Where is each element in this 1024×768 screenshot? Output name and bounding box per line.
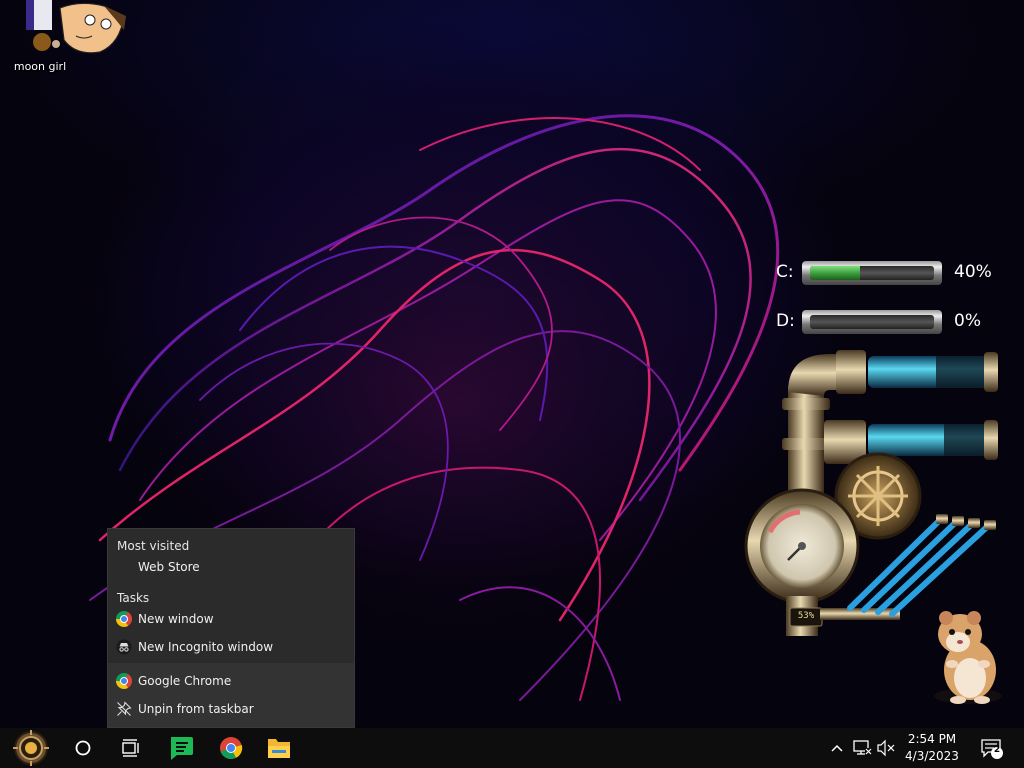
jumplist-item-label: Google Chrome (138, 674, 232, 688)
taskbar: 2:54 PM 4/3/2023 2 (0, 728, 1024, 768)
taskbar-app-file-explorer[interactable] (256, 728, 302, 768)
notifications-count-badge: 2 (993, 745, 1001, 755)
steampunk-system-gadget[interactable] (740, 346, 1010, 646)
taskbar-clock[interactable]: 2:54 PM 4/3/2023 (900, 728, 964, 768)
jumplist-item-new-window[interactable]: New window (108, 606, 354, 632)
jumplist-footer: Google Chrome Unpin from taskbar (108, 663, 354, 727)
hamster-sticker (934, 611, 1002, 704)
volume-button[interactable] (874, 728, 898, 768)
tasks-heading: Tasks (117, 591, 150, 605)
unpin-icon (117, 701, 132, 716)
drive-fill-bar (810, 266, 860, 280)
desktop-icon-moon-girl[interactable]: moon girl (8, 0, 126, 78)
network-button[interactable] (850, 728, 874, 768)
task-view-button[interactable] (107, 728, 153, 768)
clock-time: 2:54 PM (907, 732, 957, 746)
drive-d-gauge: D: 0% (776, 307, 1006, 337)
action-center-button[interactable]: 2 (974, 728, 1014, 768)
task-view-icon (122, 739, 139, 757)
cortana-button[interactable] (60, 728, 106, 768)
jumplist-item-label: New Incognito window (138, 640, 274, 654)
jumplist-item-label: New window (138, 612, 214, 626)
steampunk-start-orb-icon (13, 730, 49, 766)
chevron-up-icon (831, 744, 843, 752)
incognito-icon (116, 639, 132, 655)
drive-letter: C: (776, 262, 794, 282)
spotify-like-green-app-icon (171, 737, 193, 760)
desktop[interactable]: moon girl C: 40% D: 0% 53% Most visited … (0, 0, 1024, 728)
start-button[interactable] (8, 728, 54, 768)
jumplist-item-web-store[interactable]: Web Store (108, 554, 354, 580)
jumplist-item-google-chrome[interactable]: Google Chrome (108, 668, 354, 694)
cortana-circle-icon (75, 740, 91, 756)
drive-percent: 40% (954, 262, 992, 282)
jumplist-item-label: Web Store (138, 560, 200, 574)
file-explorer-icon (268, 739, 290, 758)
chrome-icon (116, 611, 132, 627)
taskbar-app-green[interactable] (158, 728, 204, 768)
desktop-icon-label: moon girl (13, 60, 67, 73)
cartoon-character-icon (26, 0, 126, 54)
gauge-glass (810, 266, 934, 280)
gadget-readout: 53% (797, 611, 815, 621)
chrome-icon (116, 673, 132, 689)
volume-muted-icon (877, 739, 895, 757)
gauge-glass (810, 315, 934, 329)
chrome-jump-list: Most visited Web Store Tasks New window … (107, 528, 355, 728)
clock-date: 4/3/2023 (905, 749, 959, 763)
jumplist-item-new-incognito-window[interactable]: New Incognito window (108, 634, 354, 660)
chrome-icon (220, 737, 243, 760)
jumplist-item-label: Unpin from taskbar (138, 702, 254, 716)
drive-percent: 0% (954, 311, 981, 331)
taskbar-app-chrome[interactable] (208, 728, 254, 768)
drive-c-gauge: C: 40% (776, 258, 1006, 288)
most-visited-heading: Most visited (117, 539, 190, 553)
jumplist-item-unpin[interactable]: Unpin from taskbar (108, 696, 354, 722)
drive-letter: D: (776, 311, 795, 331)
show-hidden-icons-button[interactable] (826, 728, 848, 768)
network-icon (853, 740, 872, 755)
